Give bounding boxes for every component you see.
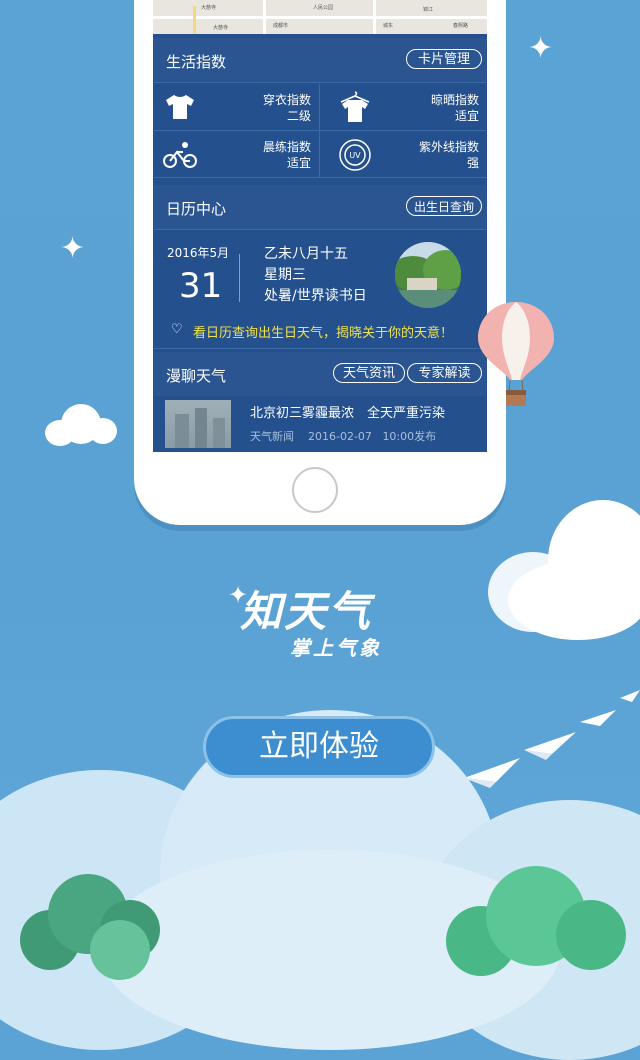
news-item[interactable]: 北京初三雾霾最浓 全天严重污染 天气新闻 2016-02-07 10:00发布 [153,396,487,452]
sparkle-star-icon: ✦ [528,31,554,66]
hot-air-balloon [476,300,556,410]
tshirt-icon [165,94,195,124]
bush-left [20,870,170,980]
index-card-clothing[interactable]: 穿衣指数 二级 [153,84,320,131]
news-headline: 北京初三雾霾最浓 全天严重污染 [250,406,446,421]
phone-screen: 大慈寺 成都市 人民公园 城东 锦江 大慈寺 春熙路 生活指数 卡片管理 穿衣指… [153,0,487,452]
index-value: 强 [466,156,479,170]
index-name: 穿衣指数 [262,93,311,107]
app-logo-title: 知天气 [240,587,373,636]
year-month: 2016年5月 [167,246,230,260]
calendar-card[interactable]: 2016年5月 31 乙未八月十五 星期三 处暑/世界读书日 ♡ 看日历查询出生… [153,230,487,349]
map-label: 人民公园 [313,5,334,11]
large-cloud [488,500,640,640]
map-label: 大慈寺 [213,25,229,31]
bicycle-icon [163,141,197,173]
news-date: 2016-02-07 [308,430,372,443]
scenery-thumbnail [395,242,461,308]
life-index-header: 生活指数 卡片管理 [153,38,487,83]
small-cloud [45,404,117,446]
map-label: 春熙路 [453,23,469,29]
try-now-button[interactable]: 立即体验 [203,716,435,778]
day-number: 31 [179,266,223,306]
index-value: 适宜 [454,109,479,123]
news-source: 天气新闻 [250,430,294,443]
card-manage-button[interactable]: 卡片管理 [406,49,482,69]
map-label: 成都市 [273,23,289,29]
bush-right [446,866,626,976]
map-label: 大慈寺 [201,5,217,11]
birthday-promo[interactable]: 看日历查询出生日天气，揭晓关于你的天意！ [193,322,453,341]
hanger-shirt-icon [338,90,372,128]
index-card-drying[interactable]: 晾晒指数 适宜 [320,84,487,131]
birthday-query-button[interactable]: 出生日查询 [406,196,482,216]
lunar-date: 乙未八月十五 [264,246,348,262]
news-thumbnail [165,400,231,448]
app-logo-subtitle: 掌上气象 [290,636,382,660]
tab-weather-news[interactable]: 天气资讯 [333,363,405,383]
tab-expert-analysis[interactable]: 专家解读 [407,363,482,383]
lunar-info: 乙未八月十五 星期三 处暑/世界读书日 [264,244,367,307]
news-meta: 天气新闻 2016-02-07 10:00发布 [250,428,436,444]
chat-weather-title: 漫聊天气 [166,367,227,385]
map-label: 锦江 [423,7,434,13]
sparkle-star-icon: ✦ [60,231,86,266]
index-value: 二级 [286,109,311,123]
map-label: 城东 [383,23,394,29]
divider [239,254,240,302]
chat-weather-header: 漫聊天气 天气资讯 专家解读 [153,352,487,397]
calendar-header: 日历中心 出生日查询 [153,185,487,230]
index-card-uv[interactable]: UV 紫外线指数 强 [320,131,487,178]
weekday: 星期三 [264,267,306,283]
uv-icon: UV [338,138,372,176]
solar-term: 处暑/世界读书日 [264,288,367,304]
index-name: 晨练指数 [262,140,311,154]
calendar-title: 日历中心 [166,200,227,218]
svg-text:UV: UV [349,151,361,160]
index-card-exercise[interactable]: 晨练指数 适宜 [153,131,320,178]
heart-icon: ♡ [171,322,183,337]
index-name: 紫外线指数 [418,140,479,154]
index-name: 晾晒指数 [430,93,479,107]
index-value: 适宜 [286,156,311,170]
life-index-title: 生活指数 [166,53,227,71]
map-view[interactable]: 大慈寺 成都市 人民公园 城东 锦江 大慈寺 春熙路 [153,0,487,34]
home-button[interactable] [292,467,338,513]
news-time: 10:00发布 [382,430,437,443]
